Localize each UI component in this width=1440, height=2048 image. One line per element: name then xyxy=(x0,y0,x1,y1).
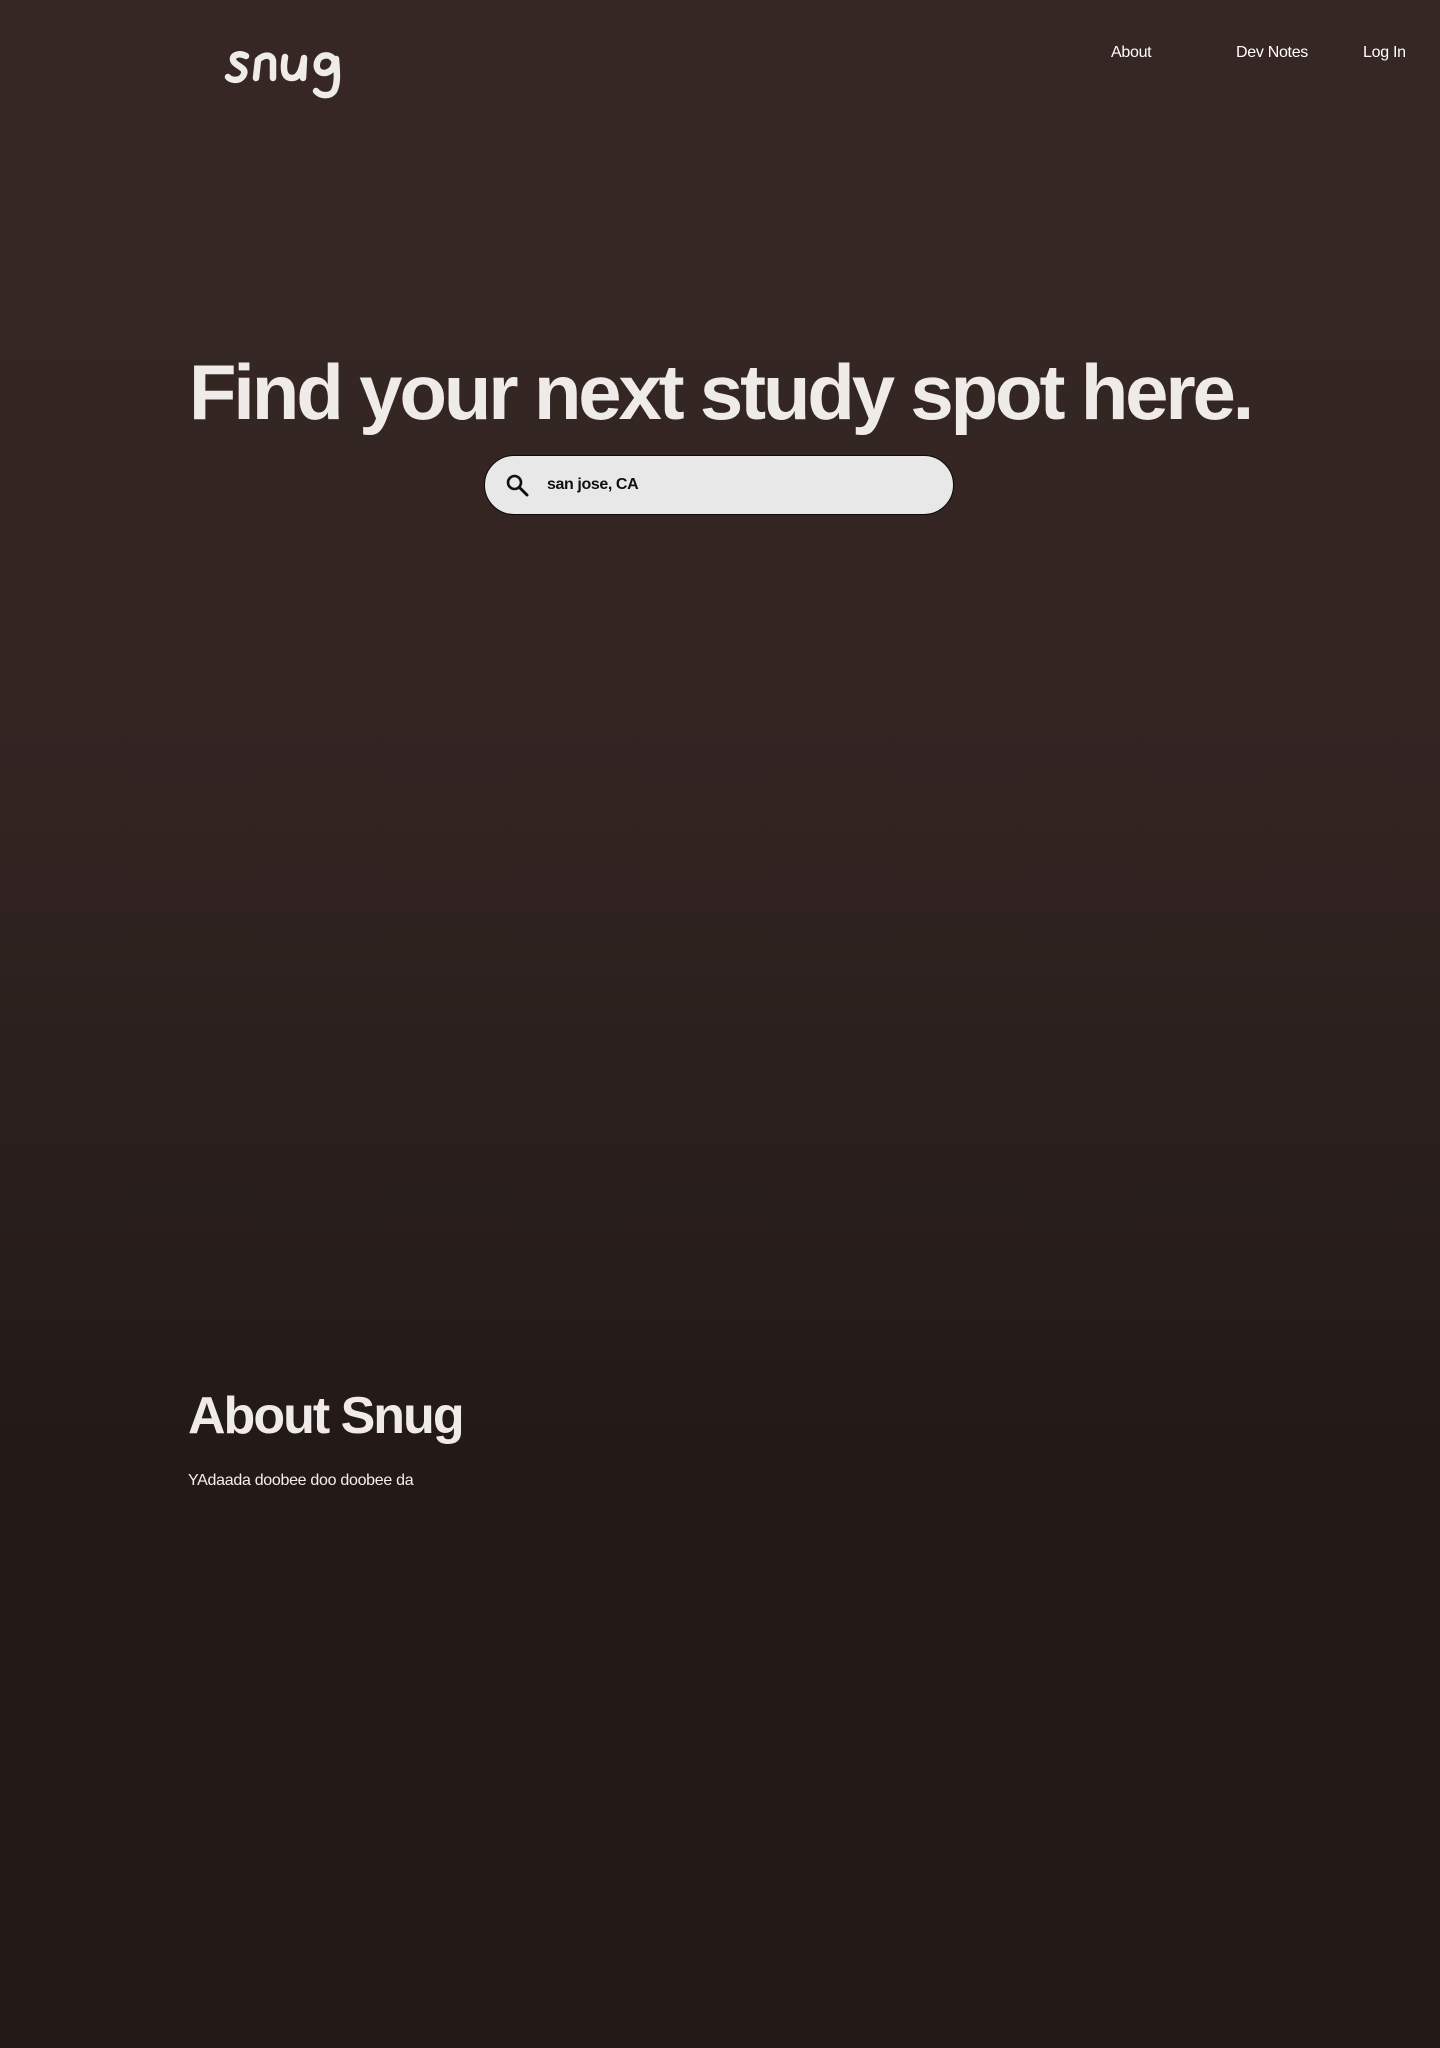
about-title: About Snug xyxy=(188,1387,465,1445)
snug-logo[interactable] xyxy=(224,30,354,100)
about-body-text: YAdaada doobee doo doobee da xyxy=(188,1472,414,1489)
search-bar[interactable] xyxy=(484,455,954,515)
search-icon[interactable] xyxy=(505,473,529,497)
nav-link-log-in[interactable]: Log In xyxy=(1363,43,1406,63)
nav-link-dev-notes[interactable]: Dev Notes xyxy=(1236,43,1308,63)
hero-title: Find your next study spot here. xyxy=(188,348,1254,436)
snug-logo-wordmark xyxy=(224,51,341,99)
nav-link-about[interactable]: About xyxy=(1111,43,1152,63)
main-nav: About Dev Notes Log In xyxy=(0,43,1440,63)
location-search-input[interactable] xyxy=(547,470,927,500)
